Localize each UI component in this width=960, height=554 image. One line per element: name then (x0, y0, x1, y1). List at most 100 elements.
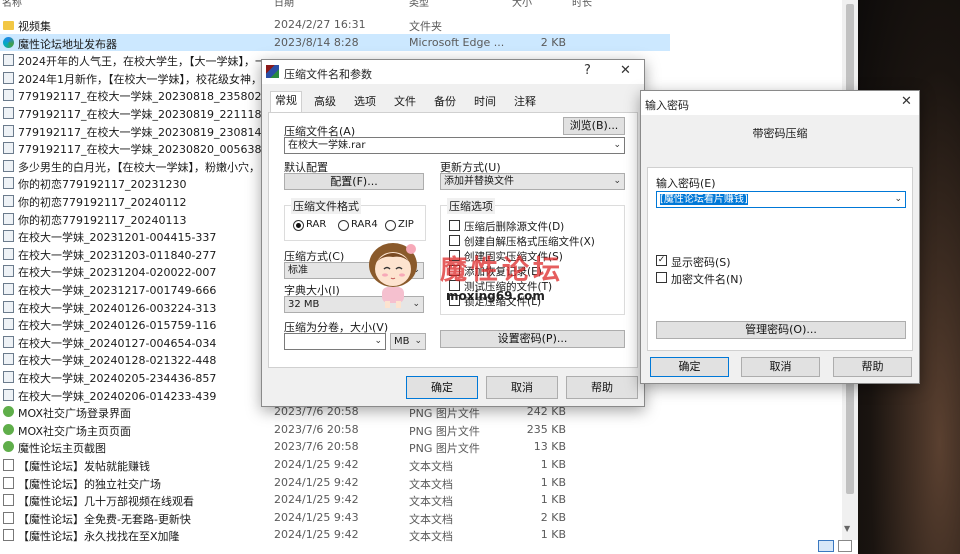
encrypt-names-label: 加密文件名(N) (671, 273, 743, 286)
split-volume-input[interactable]: ⌄ (284, 333, 386, 350)
password-dialog-title: 输入密码 (645, 99, 689, 112)
column-header-name[interactable]: 名称 (2, 0, 22, 9)
column-header-date[interactable]: 日期 (274, 0, 294, 9)
file-name: 你的初恋779192117_20240113 (18, 213, 187, 227)
split-unit-select[interactable]: MB ⌄ (390, 333, 426, 350)
format-group: 压缩文件格式 RAR RAR4 ZIP (284, 198, 426, 241)
file-size: 2 KB (540, 35, 566, 49)
ok-button[interactable]: 确定 (406, 376, 478, 399)
tab-6[interactable]: 注释 (510, 93, 540, 113)
tab-4[interactable]: 备份 (430, 93, 460, 113)
file-name: 【魔性论坛】发帖就能赚钱 (18, 460, 150, 473)
update-mode-select[interactable]: 添加并替换文件 ⌄ (440, 173, 625, 190)
manage-passwords-button[interactable]: 管理密码(O)... (656, 321, 906, 339)
close-icon[interactable]: ✕ (901, 94, 912, 109)
format-rar4-label: RAR4 (351, 219, 378, 230)
scroll-down-arrow-icon[interactable]: ▼ (844, 524, 850, 533)
cancel-button[interactable]: 取消 (486, 376, 558, 399)
help-icon[interactable]: ? (584, 63, 591, 78)
file-size: 1 KB (540, 493, 566, 507)
column-header-size[interactable]: 大小 (512, 0, 532, 9)
format-rar-radio[interactable] (293, 220, 304, 231)
file-type: PNG 图片文件 (409, 424, 480, 438)
details-view-icon[interactable] (818, 540, 834, 552)
video-file-icon (3, 142, 14, 155)
edge-file-icon (3, 36, 14, 48)
password-dialog: 输入密码 ✕ 带密码压缩 输入密码(E) [魔性论坛看片赚钱] ⌄ ✓ 显示密码(… (640, 90, 920, 384)
password-panel: 输入密码(E) [魔性论坛看片赚钱] ⌄ ✓ 显示密码(S) 加密文件名(N) 管… (647, 167, 913, 351)
video-file-icon (3, 265, 14, 278)
option-label: 压缩后删除源文件(D) (464, 221, 565, 233)
tab-2[interactable]: 选项 (350, 93, 380, 113)
set-password-button[interactable]: 设置密码(P)... (440, 330, 625, 348)
video-file-icon (3, 388, 14, 401)
tiles-view-icon[interactable] (838, 540, 852, 552)
file-name: 在校大一学妹_20231204-020022-007 (18, 266, 217, 280)
file-name: 在校大一学妹_20240126-003224-313 (18, 301, 217, 315)
chevron-down-icon: ⌄ (414, 336, 422, 346)
file-type: 文本文档 (409, 460, 453, 473)
options-group-title: 压缩选项 (447, 198, 495, 214)
password-help-button[interactable]: 帮助 (833, 357, 912, 377)
file-name: 在校大一学妹_20240126-015759-116 (18, 319, 217, 333)
file-row[interactable]: 【魔性论坛】发帖就能赚钱 2024/1/25 9:42 文本文档 1 KB (0, 456, 842, 474)
encrypt-names-checkbox[interactable] (656, 272, 667, 283)
chevron-down-icon: ⌄ (894, 194, 902, 204)
video-file-icon (3, 353, 14, 366)
file-row[interactable]: 魔性论坛地址发布器 2023/8/14 8:28 Microsoft Edge ..… (0, 33, 670, 52)
file-size: 13 KB (533, 440, 566, 454)
tab-1[interactable]: 高级 (310, 93, 340, 113)
password-cancel-button[interactable]: 取消 (741, 357, 820, 377)
file-row[interactable]: MOX社交广场主页页面 2023/7/6 20:58 PNG 图片文件 235 KB (0, 421, 842, 439)
video-file-icon (3, 195, 14, 207)
option-checkbox[interactable] (449, 235, 460, 246)
format-rar4-radio[interactable] (338, 220, 349, 231)
show-password-checkbox[interactable]: ✓ (656, 255, 667, 266)
chevron-down-icon: ⌄ (613, 140, 621, 150)
column-header-duration[interactable]: 时长 (572, 0, 592, 9)
chevron-down-icon: ⌄ (613, 176, 621, 186)
file-row[interactable]: 魔性论坛主页截图 2023/7/6 20:58 PNG 图片文件 13 KB (0, 438, 842, 456)
video-file-icon (3, 300, 14, 313)
close-icon[interactable]: ✕ (620, 63, 631, 78)
video-file-icon (3, 318, 14, 331)
video-file-icon (3, 124, 14, 137)
profile-button[interactable]: 配置(F)... (284, 173, 424, 190)
format-zip-radio[interactable] (385, 220, 396, 231)
help-button[interactable]: 帮助 (566, 376, 638, 399)
file-name: 2024开年的人气王，在校大学生，【大一学妹】，一... (18, 55, 277, 69)
txt-file-icon (3, 476, 14, 489)
tab-0[interactable]: 常规 (270, 91, 302, 113)
archive-dialog-titlebar[interactable]: 压缩文件名和参数 ? ✕ (262, 60, 644, 84)
file-type: 文件夹 (409, 20, 442, 33)
watermark-title: 魔性论坛 (440, 255, 564, 286)
tab-5[interactable]: 时间 (470, 93, 500, 113)
archive-name-input[interactable]: 在校大一学妹.rar ⌄ (284, 137, 625, 154)
video-file-icon (3, 107, 14, 119)
file-size: 1 KB (540, 528, 566, 542)
column-header-type[interactable]: 类型 (409, 0, 429, 9)
file-date: 2024/1/25 9:42 (274, 493, 359, 507)
video-file-icon (3, 71, 14, 84)
file-name: 【魔性论坛】永久找找在至X加隆 (18, 530, 180, 544)
tab-3[interactable]: 文件 (390, 93, 420, 113)
file-row[interactable]: 【魔性论坛】全免费-无套路-更新快 2024/1/25 9:43 文本文档 2 KB (0, 509, 842, 527)
file-date: 2024/1/25 9:42 (274, 528, 359, 542)
password-input[interactable]: [魔性论坛看片赚钱] ⌄ (656, 191, 906, 208)
password-dialog-titlebar[interactable]: 输入密码 ✕ (641, 91, 919, 115)
option-checkbox[interactable] (449, 220, 460, 231)
txt-file-icon (3, 494, 14, 507)
file-type: 文本文档 (409, 530, 453, 544)
format-zip-label: ZIP (398, 219, 414, 230)
video-file-icon (3, 247, 14, 260)
txt-file-icon (3, 511, 14, 524)
file-name: 在校大一学妹_20240205-234436-857 (18, 372, 217, 385)
file-type: 文本文档 (409, 495, 453, 509)
file-row[interactable]: 【魔性论坛】永久找找在至X加隆 2024/1/25 9:42 文本文档 1 KB (0, 526, 842, 544)
file-row[interactable]: 【魔性论坛】的独立社交广场 2024/1/25 9:42 文本文档 1 KB (0, 474, 842, 492)
file-row[interactable]: 【魔性论坛】几十万部视频在线观看 2024/1/25 9:42 文本文档 1 KB (0, 491, 842, 509)
password-ok-button[interactable]: 确定 (650, 357, 729, 377)
file-name: 【魔性论坛】几十万部视频在线观看 (18, 495, 194, 509)
browse-button[interactable]: 浏览(B)... (563, 117, 625, 135)
file-row[interactable]: 视频集 2024/2/27 16:31 文件夹 (0, 16, 842, 34)
